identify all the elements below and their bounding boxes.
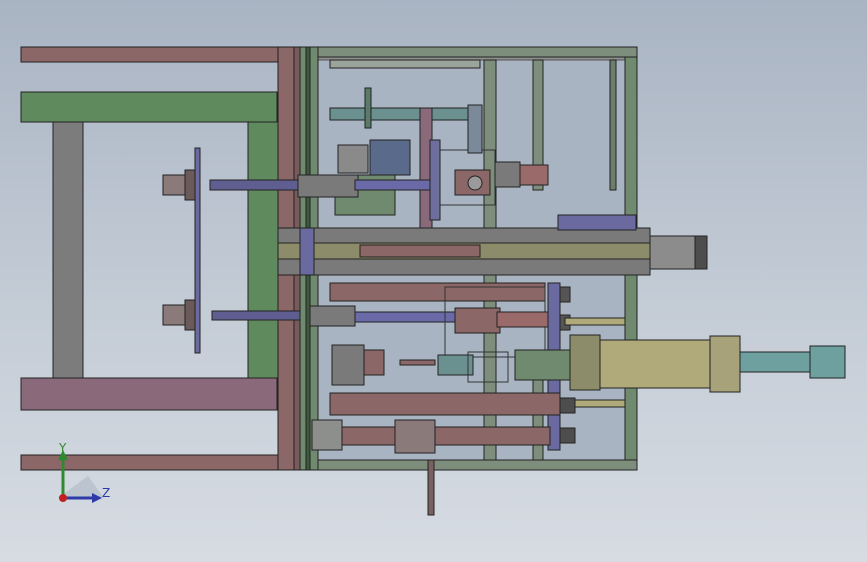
bearing-plate bbox=[194, 147, 201, 354]
cad-viewport[interactable]: Y Z bbox=[0, 0, 867, 562]
motor-block-upper bbox=[337, 144, 369, 174]
green-top-beam bbox=[20, 91, 278, 123]
z-axis-label: Z bbox=[102, 486, 111, 500]
frame-top-beam bbox=[20, 46, 295, 63]
green-vertical-bar bbox=[247, 121, 279, 379]
motor-block-lower bbox=[331, 344, 365, 386]
large-cylinder-body bbox=[569, 334, 601, 391]
gray-vertical-bar bbox=[52, 121, 84, 379]
origin-dot bbox=[59, 494, 67, 502]
y-axis-label: Y bbox=[59, 441, 67, 455]
mauve-bottom-beam bbox=[20, 377, 278, 411]
cad-model-view[interactable] bbox=[0, 0, 867, 562]
